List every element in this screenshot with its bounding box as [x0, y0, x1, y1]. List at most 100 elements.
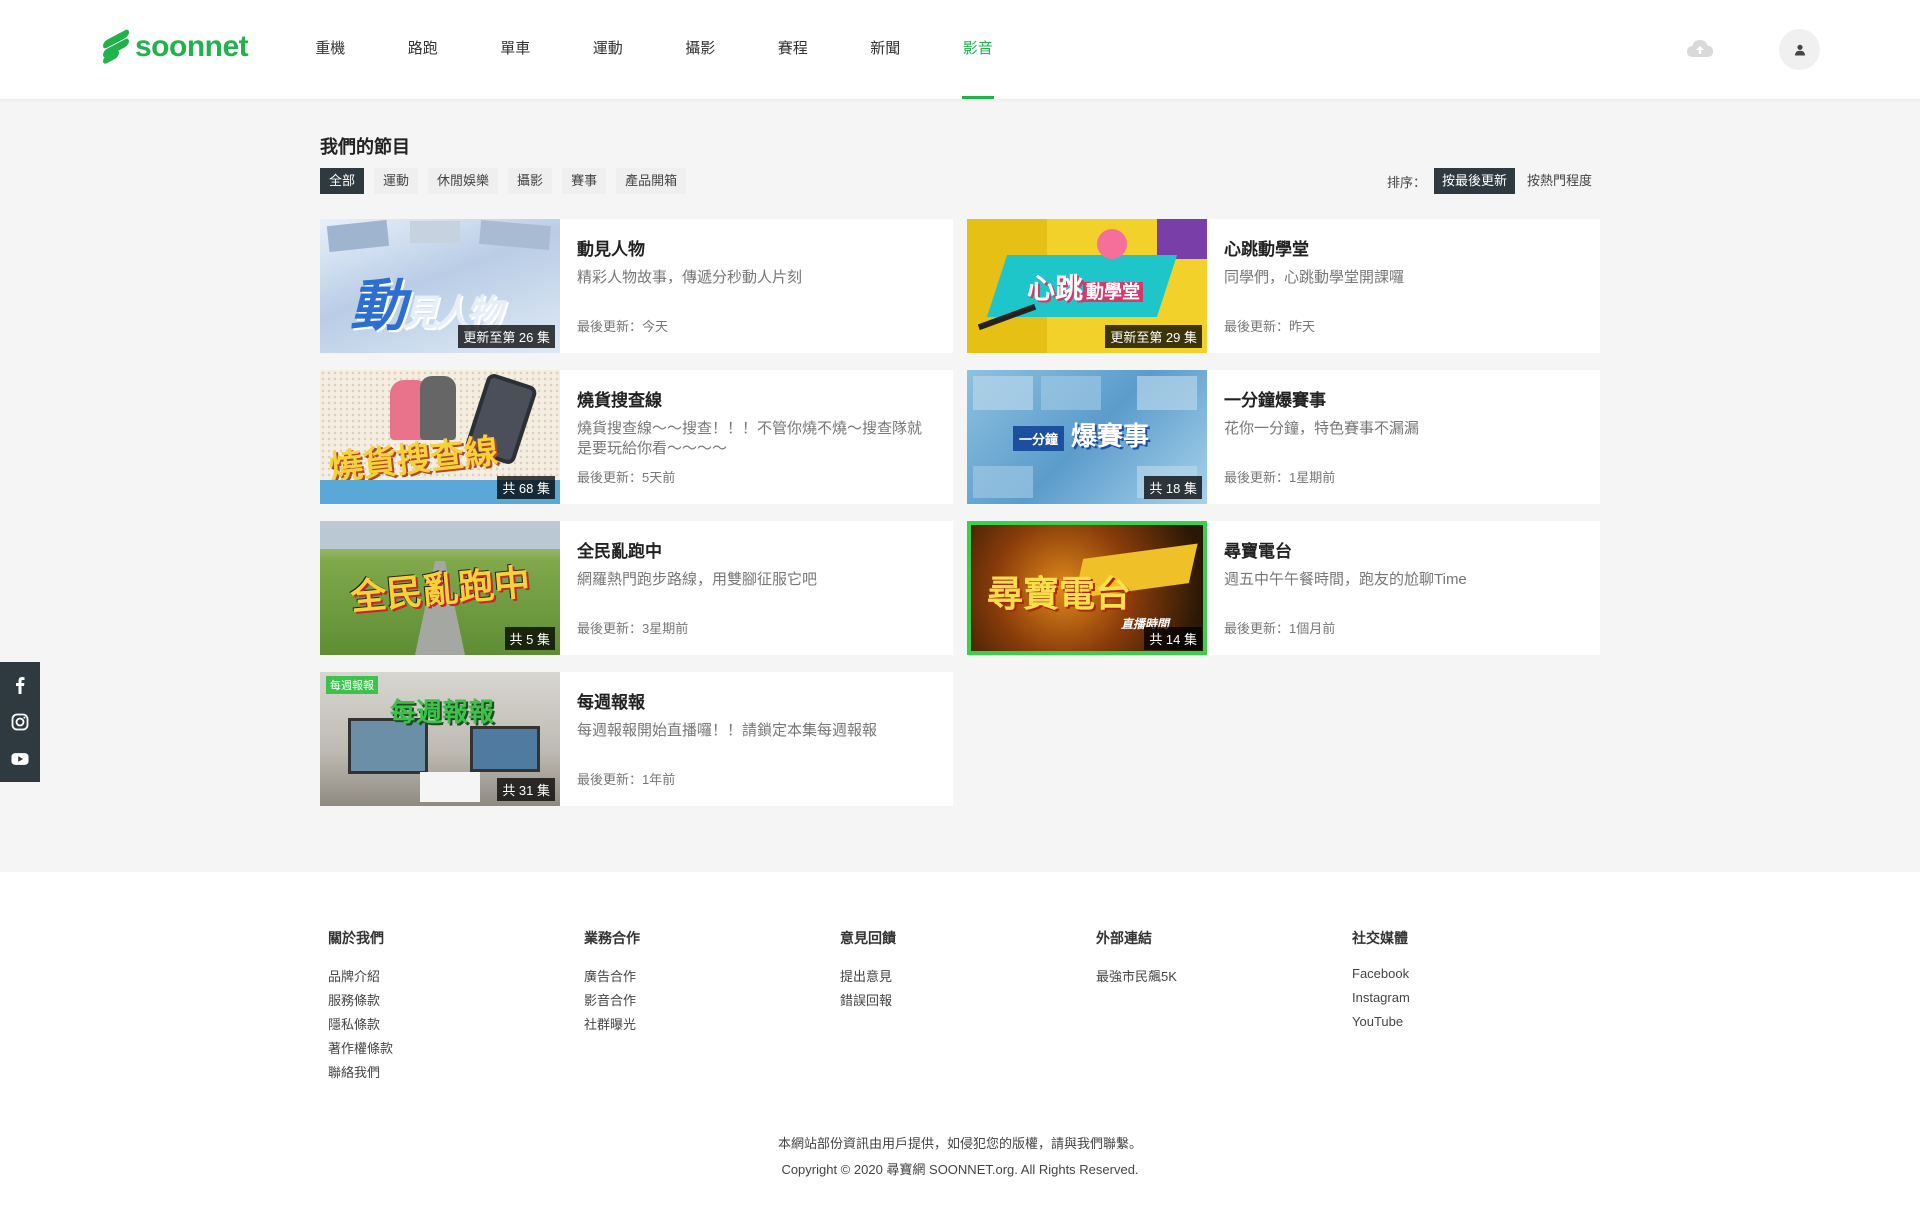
site-header: soonnet 重機 路跑 單車 運動 攝影 賽程 新聞 影音 — [0, 0, 1920, 99]
program-title[interactable]: 全民亂跑中 — [577, 537, 936, 562]
footer-link[interactable]: 影音合作 — [584, 990, 640, 1008]
program-card[interactable]: 尋寶電台 直播時間 共 14 集 尋寶電台 週五中午午餐時間，跑友的尬聊Time… — [967, 521, 1600, 655]
brand-name: soonnet — [135, 30, 249, 63]
program-card[interactable]: 一分鐘 爆賽事 共 18 集 一分鐘爆賽事 花你一分鐘，特色賽事不漏漏 最後更新… — [967, 370, 1600, 504]
program-card[interactable]: 每週報報 每週報報 共 31 集 每週報報 每週報報開始直播囉！！請鎖定本集每週… — [320, 672, 953, 806]
program-last-updated: 最後更新：1年前 — [577, 772, 676, 787]
episode-badge: 共 14 集 — [1144, 627, 1202, 650]
main-nav: 重機 路跑 單車 運動 攝影 賽程 新聞 影音 — [284, 0, 1024, 99]
filter-photography[interactable]: 攝影 — [508, 168, 553, 194]
program-description: 燒貨搜查線～～搜查！！！不管你燒不燒～搜查隊就是要玩給你看～～～～ — [577, 420, 923, 457]
sort-label: 排序： — [1386, 174, 1426, 190]
program-title[interactable]: 動見人物 — [577, 235, 936, 260]
facebook-icon[interactable] — [11, 676, 29, 694]
program-thumbnail[interactable]: 尋寶電台 直播時間 共 14 集 — [967, 521, 1207, 655]
program-title[interactable]: 一分鐘爆賽事 — [1224, 386, 1583, 411]
user-icon — [1794, 44, 1805, 55]
site-footer: 關於我們 品牌介紹 服務條款 隱私條款 著作權條款 聯絡我們 業務合作 廣告合作… — [0, 872, 1920, 1225]
nav-item-running[interactable]: 路跑 — [377, 0, 470, 99]
user-avatar[interactable] — [1779, 29, 1820, 70]
footer-column-social: 社交媒體 Facebook Instagram YouTube — [1352, 928, 1410, 1038]
program-last-updated: 最後更新：1星期前 — [1224, 470, 1336, 485]
program-description: 每週報報開始直播囉！！請鎖定本集每週報報 — [577, 722, 878, 739]
program-thumbnail[interactable]: 每週報報 每週報報 共 31 集 — [320, 672, 560, 806]
nav-item-video[interactable]: 影音 — [932, 0, 1025, 99]
logo-icon — [103, 28, 129, 66]
footer-heading: 社交媒體 — [1352, 930, 1408, 946]
program-last-updated: 最後更新：5天前 — [577, 470, 676, 485]
filter-leisure[interactable]: 休閒娛樂 — [428, 168, 499, 194]
page-title: 我們的節目 — [320, 137, 410, 157]
program-description: 精彩人物故事，傳遞分秒動人片刻 — [577, 269, 803, 286]
footer-heading: 外部連結 — [1096, 930, 1152, 946]
instagram-icon[interactable] — [11, 713, 29, 731]
program-description: 同學們，心跳動學堂開課囉 — [1224, 269, 1405, 286]
footer-link[interactable]: 廣告合作 — [584, 966, 640, 984]
youtube-icon[interactable] — [11, 750, 29, 768]
footer-link[interactable]: 服務條款 — [328, 990, 393, 1008]
footer-column-feedback: 意見回饋 提出意見 錯誤回報 — [840, 928, 896, 1014]
footer-link-instagram[interactable]: Instagram — [1352, 990, 1410, 1007]
brand-logo[interactable]: soonnet — [103, 28, 249, 66]
sort-latest-button[interactable]: 按最後更新 — [1433, 168, 1515, 194]
episode-badge: 共 5 集 — [504, 627, 555, 650]
footer-link[interactable]: 著作權條款 — [328, 1038, 393, 1056]
episode-badge: 更新至第 26 集 — [458, 325, 555, 348]
footer-link[interactable]: 隱私條款 — [328, 1014, 393, 1032]
filter-events[interactable]: 賽事 — [562, 168, 607, 194]
program-title[interactable]: 每週報報 — [577, 688, 936, 713]
nav-item-heavy-bike[interactable]: 重機 — [284, 0, 377, 99]
footer-link-youtube[interactable]: YouTube — [1352, 1014, 1410, 1031]
footer-column-external: 外部連結 最強市民飆5K — [1096, 928, 1177, 990]
program-last-updated: 最後更新：3星期前 — [577, 621, 689, 636]
program-last-updated: 最後更新：今天 — [577, 319, 669, 334]
footer-link[interactable]: 社群曝光 — [584, 1014, 640, 1032]
footer-column-business: 業務合作 廣告合作 影音合作 社群曝光 — [584, 928, 640, 1038]
filter-unboxing[interactable]: 產品開箱 — [616, 168, 687, 194]
program-card[interactable]: 心跳 動學堂 更新至第 29 集 心跳動學堂 同學們，心跳動學堂開課囉 最後更新：… — [967, 219, 1600, 353]
program-title[interactable]: 心跳動學堂 — [1224, 235, 1583, 260]
program-thumbnail[interactable]: 全民亂跑中 共 5 集 — [320, 521, 560, 655]
program-card[interactable]: 全民亂跑中 共 5 集 全民亂跑中 網羅熱門跑步路線，用雙腳征服它吧 最後更新：… — [320, 521, 953, 655]
copyright-text: Copyright © 2020 尋寶網 SOONNET.org. All Ri… — [781, 1162, 1139, 1177]
nav-item-schedule[interactable]: 賽程 — [747, 0, 840, 99]
nav-item-news[interactable]: 新聞 — [839, 0, 932, 99]
footer-link[interactable]: 最強市民飆5K — [1096, 966, 1177, 984]
episode-badge: 共 18 集 — [1144, 476, 1202, 499]
sort-popular-button[interactable]: 按熱門程度 — [1519, 168, 1600, 194]
nav-item-photography[interactable]: 攝影 — [654, 0, 747, 99]
program-description: 花你一分鐘，特色賽事不漏漏 — [1224, 420, 1420, 437]
sort-control: 排序： 按最後更新 按熱門程度 — [1387, 168, 1600, 194]
filter-all[interactable]: 全部 — [320, 168, 365, 194]
footer-link[interactable]: 提出意見 — [840, 966, 896, 984]
footer-column-about: 關於我們 品牌介紹 服務條款 隱私條款 著作權條款 聯絡我們 — [328, 928, 393, 1086]
program-thumbnail[interactable]: 心跳 動學堂 更新至第 29 集 — [967, 219, 1207, 353]
program-thumbnail[interactable]: 燒貨搜查線 共 68 集 — [320, 370, 560, 504]
episode-badge: 更新至第 29 集 — [1105, 325, 1202, 348]
category-filters: 全部 運動 休閒娛樂 攝影 賽事 產品開箱 — [320, 168, 687, 194]
program-card[interactable]: 動見人物 更新至第 26 集 動見人物 精彩人物故事，傳遞分秒動人片刻 最後更新… — [320, 219, 953, 353]
program-title[interactable]: 尋寶電台 — [1224, 537, 1583, 562]
footer-link[interactable]: 聯絡我們 — [328, 1062, 393, 1080]
program-thumbnail[interactable]: 動見人物 更新至第 26 集 — [320, 219, 560, 353]
footer-link[interactable]: 品牌介紹 — [328, 966, 393, 984]
program-card[interactable]: 燒貨搜查線 共 68 集 燒貨搜查線 燒貨搜查線～～搜查！！！不管你燒不燒～搜查… — [320, 370, 953, 504]
episode-badge: 共 31 集 — [497, 778, 555, 801]
footer-link-facebook[interactable]: Facebook — [1352, 966, 1410, 983]
program-title[interactable]: 燒貨搜查線 — [577, 386, 936, 411]
filter-sports[interactable]: 運動 — [374, 168, 419, 194]
footer-link[interactable]: 錯誤回報 — [840, 990, 896, 1008]
program-thumbnail[interactable]: 一分鐘 爆賽事 共 18 集 — [967, 370, 1207, 504]
cloud-upload-icon[interactable] — [1686, 38, 1714, 58]
program-description: 週五中午午餐時間，跑友的尬聊Time — [1224, 571, 1467, 588]
footer-heading: 關於我們 — [328, 930, 384, 946]
program-last-updated: 最後更新：1個月前 — [1224, 621, 1336, 636]
footer-heading: 業務合作 — [584, 930, 640, 946]
copyright-notice: 本網站部份資訊由用戶提供，如侵犯您的版權，請與我們聯繫。 — [777, 1136, 1142, 1151]
program-description: 網羅熱門跑步路線，用雙腳征服它吧 — [577, 571, 818, 588]
episode-badge: 共 68 集 — [497, 476, 555, 499]
nav-item-sports[interactable]: 運動 — [562, 0, 655, 99]
program-last-updated: 最後更新：昨天 — [1224, 319, 1316, 334]
footer-heading: 意見回饋 — [840, 930, 896, 946]
nav-item-cycling[interactable]: 單車 — [469, 0, 562, 99]
